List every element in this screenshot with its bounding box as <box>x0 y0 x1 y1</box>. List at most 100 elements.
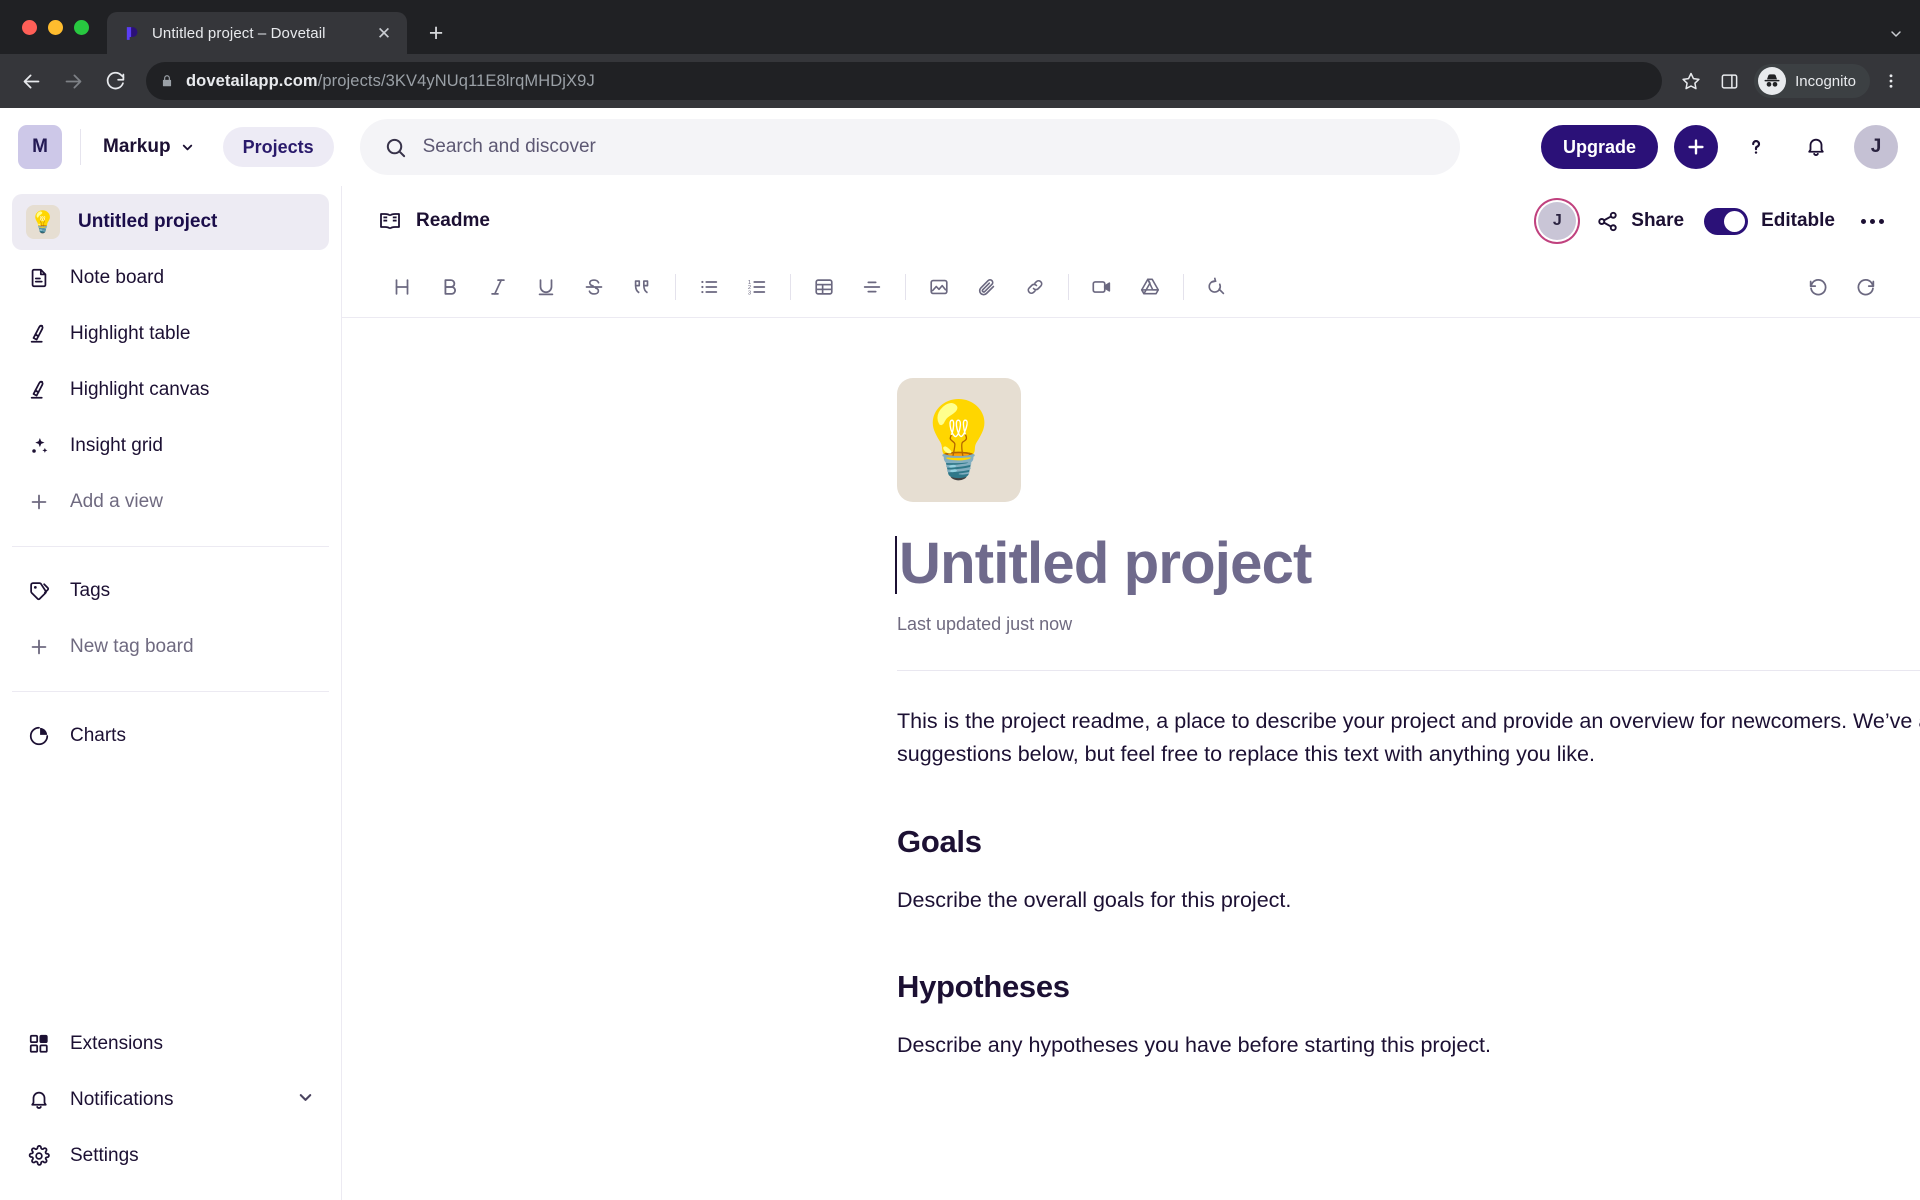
upgrade-button[interactable]: Upgrade <box>1540 125 1658 169</box>
undo-icon[interactable] <box>1794 265 1842 309</box>
incognito-indicator[interactable]: Incognito <box>1754 64 1870 98</box>
section-body-hypotheses[interactable]: Describe any hypotheses you have before … <box>897 1029 1920 1062</box>
sidebar-views-section: 💡 Untitled project Note board Highlight … <box>0 194 341 530</box>
kebab-menu-icon[interactable] <box>1874 64 1908 98</box>
strikethrough-button[interactable] <box>570 265 618 309</box>
sidebar-item-settings[interactable]: Settings <box>12 1128 329 1184</box>
book-icon <box>378 209 402 233</box>
plus-icon <box>26 489 52 515</box>
sidebar-item-charts[interactable]: Charts <box>12 708 329 764</box>
sidebar-item-label: Highlight canvas <box>70 379 210 400</box>
toolbar-divider <box>1068 273 1069 300</box>
chevron-down-icon[interactable] <box>296 1088 315 1113</box>
tab-readme[interactable]: Readme <box>378 209 490 233</box>
bold-button[interactable] <box>426 265 474 309</box>
forward-arrow-icon[interactable] <box>54 62 92 100</box>
star-icon[interactable] <box>1674 64 1708 98</box>
numbered-list-button[interactable]: 123 <box>733 265 781 309</box>
workspace-switcher[interactable]: Markup <box>97 129 201 165</box>
back-arrow-icon[interactable] <box>12 62 50 100</box>
toggle-switch[interactable] <box>1704 207 1749 235</box>
sidebar-item-label: New tag board <box>70 636 194 657</box>
sidebar-charts-section: Charts <box>0 708 341 764</box>
readme-document: 💡 Untitled project Last updated just now… <box>895 378 1920 1062</box>
readme-intro-paragraph[interactable]: This is the project readme, a place to d… <box>897 705 1920 772</box>
find-button[interactable] <box>1193 265 1241 309</box>
sidebar-item-untitled-project[interactable]: 💡 Untitled project <box>12 194 329 250</box>
browser-tab[interactable]: Untitled project – Dovetail ✕ <box>107 12 407 54</box>
attachment-button[interactable] <box>963 265 1011 309</box>
sidebar-item-notifications[interactable]: Notifications <box>12 1072 329 1128</box>
highlighter-icon <box>26 377 52 403</box>
project-emoji[interactable]: 💡 <box>897 378 1021 502</box>
create-button[interactable] <box>1674 125 1718 169</box>
share-button[interactable]: Share <box>1596 210 1684 233</box>
section-heading-hypotheses[interactable]: Hypotheses <box>897 969 1920 1005</box>
chevron-down-icon <box>180 140 195 155</box>
sidebar-item-label: Charts <box>70 725 126 746</box>
new-tab-button[interactable]: + <box>419 16 453 50</box>
google-drive-button[interactable] <box>1126 265 1174 309</box>
browser-toolbar: dovetailapp.com/projects/3KV4yNUq11E8lrq… <box>0 54 1920 108</box>
toolbar-divider <box>790 273 791 300</box>
maximize-window-button[interactable] <box>74 19 89 35</box>
tab-search-area <box>1888 26 1920 54</box>
workspace-name-label: Markup <box>103 136 171 157</box>
section-body-goals[interactable]: Describe the overall goals for this proj… <box>897 884 1920 917</box>
note-icon <box>26 265 52 291</box>
workspace-badge[interactable]: M <box>18 125 62 169</box>
sidebar-item-new-tag-board[interactable]: New tag board <box>12 619 329 675</box>
projects-nav-button[interactable]: Projects <box>222 127 334 167</box>
reload-icon[interactable] <box>96 62 134 100</box>
document-scroll-area[interactable]: 💡 Untitled project Last updated just now… <box>342 318 1920 1200</box>
video-button[interactable] <box>1078 265 1126 309</box>
user-avatar[interactable]: J <box>1854 125 1898 169</box>
help-button[interactable] <box>1734 125 1778 169</box>
editable-label: Editable <box>1761 210 1835 231</box>
sidebar-item-label: Tags <box>70 580 111 601</box>
sidebar-item-add-a-view[interactable]: Add a view <box>12 474 329 530</box>
sidebar: 💡 Untitled project Note board Highlight … <box>0 186 342 1200</box>
search-input[interactable]: Search and discover <box>359 119 1460 175</box>
link-button[interactable] <box>1011 265 1059 309</box>
sidebar-item-label: Untitled project <box>78 211 218 232</box>
last-updated-label: Last updated just now <box>897 614 1073 634</box>
chevron-down-icon[interactable] <box>1888 26 1904 46</box>
quote-button[interactable] <box>618 265 666 309</box>
close-window-button[interactable] <box>22 19 37 35</box>
table-button[interactable] <box>800 265 848 309</box>
sidebar-item-insight-grid[interactable]: Insight grid <box>12 418 329 474</box>
redo-icon[interactable] <box>1842 265 1890 309</box>
window-traffic-lights <box>14 0 101 54</box>
sidebar-divider <box>12 691 329 692</box>
divider-button[interactable] <box>848 265 896 309</box>
dovetail-app: M Markup Projects Search and discover Up… <box>0 108 1920 1200</box>
notifications-button[interactable] <box>1794 125 1838 169</box>
sidebar-item-extensions[interactable]: Extensions <box>12 1016 329 1072</box>
underline-button[interactable] <box>522 265 570 309</box>
side-panel-icon[interactable] <box>1712 64 1746 98</box>
sidebar-item-note-board[interactable]: Note board <box>12 250 329 306</box>
project-title-input[interactable]: Untitled project <box>895 530 1920 597</box>
browser-tab-strip: Untitled project – Dovetail ✕ + <box>0 0 1920 54</box>
heading-button[interactable] <box>378 265 426 309</box>
italic-button[interactable] <box>474 265 522 309</box>
sidebar-divider <box>12 546 329 547</box>
ellipsis-icon[interactable] <box>1855 213 1890 230</box>
image-button[interactable] <box>915 265 963 309</box>
editable-toggle[interactable]: Editable <box>1704 207 1835 235</box>
content-header: Readme J Share Editable <box>342 186 1920 256</box>
bulleted-list-button[interactable] <box>685 265 733 309</box>
minimize-window-button[interactable] <box>48 19 63 35</box>
close-icon[interactable]: ✕ <box>373 22 395 44</box>
url-path: /projects/3KV4yNUq11E8lrqMHDjX9J <box>317 71 595 90</box>
browser-window: Untitled project – Dovetail ✕ + dovetail… <box>0 0 1920 1200</box>
presence-avatar[interactable]: J <box>1538 202 1577 240</box>
section-heading-goals[interactable]: Goals <box>897 824 1920 860</box>
sidebar-tags-section: Tags New tag board <box>0 563 341 675</box>
sidebar-item-highlight-table[interactable]: Highlight table <box>12 306 329 362</box>
sidebar-item-highlight-canvas[interactable]: Highlight canvas <box>12 362 329 418</box>
url-domain: dovetailapp.com <box>186 71 318 90</box>
address-bar[interactable]: dovetailapp.com/projects/3KV4yNUq11E8lrq… <box>146 62 1663 100</box>
sidebar-item-tags[interactable]: Tags <box>12 563 329 619</box>
